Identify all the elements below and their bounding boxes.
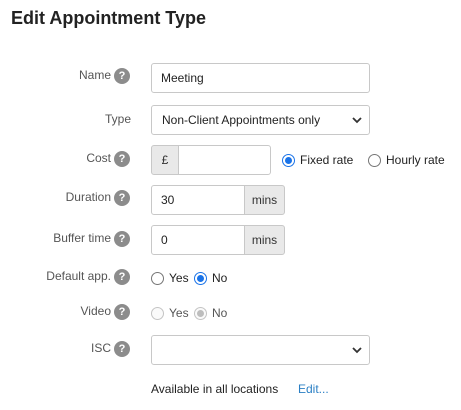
type-select-value: Non-Client Appointments only xyxy=(162,113,321,127)
default-app-no-label: No xyxy=(212,271,228,285)
locations-text: Available in all locations xyxy=(151,382,279,396)
duration-unit: mins xyxy=(244,185,285,215)
cost-label: Cost xyxy=(86,151,111,165)
video-yes-label: Yes xyxy=(169,306,189,320)
video-no-label: No xyxy=(212,306,228,320)
default-app-yes-label: Yes xyxy=(169,271,189,285)
default-app-no-radio[interactable] xyxy=(194,272,207,285)
help-icon[interactable]: ? xyxy=(114,231,130,247)
buffer-time-unit: mins xyxy=(244,225,285,255)
default-app-label: Default app. xyxy=(46,269,111,283)
chevron-down-icon xyxy=(352,117,362,124)
isc-label: ISC xyxy=(90,341,111,355)
help-icon[interactable]: ? xyxy=(114,190,130,206)
name-input[interactable] xyxy=(151,63,370,93)
isc-select[interactable] xyxy=(151,335,370,365)
page-title: Edit Appointment Type xyxy=(11,8,206,28)
help-icon[interactable]: ? xyxy=(114,269,130,285)
name-label: Name xyxy=(78,68,111,82)
help-icon[interactable]: ? xyxy=(114,341,130,357)
default-app-yes-radio[interactable] xyxy=(151,272,164,285)
help-icon[interactable]: ? xyxy=(114,304,130,320)
locations-edit-link[interactable]: Edit... xyxy=(298,382,329,396)
buffer-time-label: Buffer time xyxy=(53,231,111,245)
type-label: Type xyxy=(104,112,131,126)
fixed-rate-label: Fixed rate xyxy=(300,153,354,167)
fixed-rate-radio[interactable] xyxy=(282,154,295,167)
video-label: Video xyxy=(80,304,111,318)
hourly-rate-radio[interactable] xyxy=(368,154,381,167)
currency-addon: £ xyxy=(151,145,179,175)
hourly-rate-label: Hourly rate xyxy=(386,153,445,167)
cost-input[interactable] xyxy=(178,145,271,175)
duration-input[interactable] xyxy=(151,185,245,215)
buffer-time-input[interactable] xyxy=(151,225,245,255)
video-no-radio xyxy=(194,307,207,320)
video-yes-radio xyxy=(151,307,164,320)
help-icon[interactable]: ? xyxy=(114,68,130,84)
duration-label: Duration xyxy=(65,190,111,204)
help-icon[interactable]: ? xyxy=(114,151,130,167)
chevron-down-icon xyxy=(352,347,362,354)
type-select[interactable]: Non-Client Appointments only xyxy=(151,105,370,135)
